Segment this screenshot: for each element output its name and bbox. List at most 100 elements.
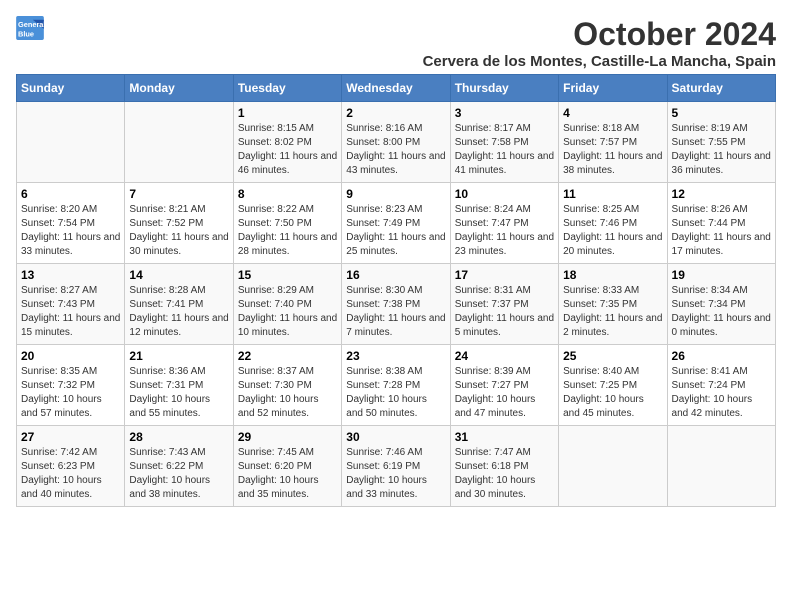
day-info: Sunrise: 8:29 AMSunset: 7:40 PMDaylight:…	[238, 284, 337, 340]
calendar-cell: 30 Sunrise: 7:46 AMSunset: 6:19 PMDayligh…	[342, 426, 450, 507]
calendar-cell: 27 Sunrise: 7:42 AMSunset: 6:23 PMDayligh…	[17, 426, 125, 507]
day-info: Sunrise: 8:23 AMSunset: 7:49 PMDaylight:…	[346, 203, 445, 259]
day-info: Sunrise: 8:34 AMSunset: 7:34 PMDaylight:…	[672, 284, 771, 340]
calendar-cell: 19 Sunrise: 8:34 AMSunset: 7:34 PMDayligh…	[667, 264, 775, 345]
weekday-header-thursday: Thursday	[450, 75, 558, 102]
calendar-week-5: 27 Sunrise: 7:42 AMSunset: 6:23 PMDayligh…	[17, 426, 776, 507]
calendar-cell	[17, 102, 125, 183]
day-info: Sunrise: 8:21 AMSunset: 7:52 PMDaylight:…	[129, 203, 228, 259]
calendar-body: 1Sunrise: 8:15 AMSunset: 8:02 PMDaylight…	[17, 102, 776, 507]
calendar-cell: 24 Sunrise: 8:39 AMSunset: 7:27 PMDayligh…	[450, 345, 558, 426]
day-number: 18	[563, 268, 662, 282]
calendar-cell: 9 Sunrise: 8:23 AMSunset: 7:49 PMDaylight…	[342, 183, 450, 264]
day-info: Sunrise: 8:41 AMSunset: 7:24 PMDaylight:…	[672, 365, 771, 421]
day-info: Sunrise: 8:27 AMSunset: 7:43 PMDaylight:…	[21, 284, 120, 340]
day-info: Sunrise: 8:28 AMSunset: 7:41 PMDaylight:…	[129, 284, 228, 340]
header: General Blue October 2024 Cervera de los…	[16, 16, 776, 70]
day-number: 10	[455, 187, 554, 201]
calendar-cell: 7 Sunrise: 8:21 AMSunset: 7:52 PMDaylight…	[125, 183, 233, 264]
calendar-cell: 8Sunrise: 8:22 AMSunset: 7:50 PMDaylight…	[233, 183, 341, 264]
day-number: 25	[563, 349, 662, 363]
calendar-cell: 26 Sunrise: 8:41 AMSunset: 7:24 PMDayligh…	[667, 345, 775, 426]
weekday-header-tuesday: Tuesday	[233, 75, 341, 102]
calendar-cell: 5Sunrise: 8:19 AMSunset: 7:55 PMDaylight…	[667, 102, 775, 183]
day-info: Sunrise: 7:45 AMSunset: 6:20 PMDaylight:…	[238, 446, 337, 502]
day-number: 12	[672, 187, 771, 201]
logo-icon: General Blue	[16, 16, 44, 40]
weekday-header-row: SundayMondayTuesdayWednesdayThursdayFrid…	[17, 75, 776, 102]
calendar-cell: 3Sunrise: 8:17 AMSunset: 7:58 PMDaylight…	[450, 102, 558, 183]
calendar-cell: 14Sunrise: 8:28 AMSunset: 7:41 PMDayligh…	[125, 264, 233, 345]
location-title: Cervera de los Montes, Castille-La Manch…	[423, 53, 776, 70]
day-info: Sunrise: 8:30 AMSunset: 7:38 PMDaylight:…	[346, 284, 445, 340]
day-info: Sunrise: 8:33 AMSunset: 7:35 PMDaylight:…	[563, 284, 662, 340]
day-number: 8	[238, 187, 337, 201]
calendar-cell: 13Sunrise: 8:27 AMSunset: 7:43 PMDayligh…	[17, 264, 125, 345]
day-info: Sunrise: 8:26 AMSunset: 7:44 PMDaylight:…	[672, 203, 771, 259]
day-number: 28	[129, 430, 228, 444]
calendar-cell	[559, 426, 667, 507]
day-info: Sunrise: 8:35 AMSunset: 7:32 PMDaylight:…	[21, 365, 120, 421]
calendar-cell: 2Sunrise: 8:16 AMSunset: 8:00 PMDaylight…	[342, 102, 450, 183]
calendar-cell: 12 Sunrise: 8:26 AMSunset: 7:44 PMDayligh…	[667, 183, 775, 264]
day-number: 9	[346, 187, 445, 201]
logo: General Blue	[16, 16, 44, 40]
day-info: Sunrise: 8:18 AMSunset: 7:57 PMDaylight:…	[563, 122, 662, 178]
weekday-header-wednesday: Wednesday	[342, 75, 450, 102]
day-info: Sunrise: 8:37 AMSunset: 7:30 PMDaylight:…	[238, 365, 337, 421]
day-info: Sunrise: 8:15 AMSunset: 8:02 PMDaylight:…	[238, 122, 337, 178]
day-number: 22	[238, 349, 337, 363]
day-number: 23	[346, 349, 445, 363]
calendar-cell: 18 Sunrise: 8:33 AMSunset: 7:35 PMDayligh…	[559, 264, 667, 345]
calendar-cell: 31 Sunrise: 7:47 AMSunset: 6:18 PMDayligh…	[450, 426, 558, 507]
calendar-cell	[125, 102, 233, 183]
calendar-cell: 6Sunrise: 8:20 AMSunset: 7:54 PMDaylight…	[17, 183, 125, 264]
day-info: Sunrise: 7:42 AMSunset: 6:23 PMDaylight:…	[21, 446, 120, 502]
day-info: Sunrise: 7:46 AMSunset: 6:19 PMDaylight:…	[346, 446, 445, 502]
day-info: Sunrise: 8:19 AMSunset: 7:55 PMDaylight:…	[672, 122, 771, 178]
day-number: 4	[563, 106, 662, 120]
day-info: Sunrise: 7:47 AMSunset: 6:18 PMDaylight:…	[455, 446, 554, 502]
calendar-cell: 20Sunrise: 8:35 AMSunset: 7:32 PMDayligh…	[17, 345, 125, 426]
day-number: 31	[455, 430, 554, 444]
weekday-header-saturday: Saturday	[667, 75, 775, 102]
calendar-cell: 21Sunrise: 8:36 AMSunset: 7:31 PMDayligh…	[125, 345, 233, 426]
calendar-cell: 23 Sunrise: 8:38 AMSunset: 7:28 PMDayligh…	[342, 345, 450, 426]
calendar-cell: 22 Sunrise: 8:37 AMSunset: 7:30 PMDayligh…	[233, 345, 341, 426]
calendar-cell: 16Sunrise: 8:30 AMSunset: 7:38 PMDayligh…	[342, 264, 450, 345]
day-number: 26	[672, 349, 771, 363]
weekday-header-friday: Friday	[559, 75, 667, 102]
day-number: 3	[455, 106, 554, 120]
calendar-cell: 28Sunrise: 7:43 AMSunset: 6:22 PMDayligh…	[125, 426, 233, 507]
weekday-header-sunday: Sunday	[17, 75, 125, 102]
calendar-cell: 10 Sunrise: 8:24 AMSunset: 7:47 PMDayligh…	[450, 183, 558, 264]
day-info: Sunrise: 8:24 AMSunset: 7:47 PMDaylight:…	[455, 203, 554, 259]
day-number: 15	[238, 268, 337, 282]
svg-text:General: General	[18, 20, 44, 29]
day-number: 17	[455, 268, 554, 282]
day-number: 2	[346, 106, 445, 120]
svg-text:Blue: Blue	[18, 29, 34, 38]
day-info: Sunrise: 8:38 AMSunset: 7:28 PMDaylight:…	[346, 365, 445, 421]
day-info: Sunrise: 8:36 AMSunset: 7:31 PMDaylight:…	[129, 365, 228, 421]
calendar-cell: 25 Sunrise: 8:40 AMSunset: 7:25 PMDayligh…	[559, 345, 667, 426]
day-number: 19	[672, 268, 771, 282]
day-info: Sunrise: 8:31 AMSunset: 7:37 PMDaylight:…	[455, 284, 554, 340]
calendar-cell: 15 Sunrise: 8:29 AMSunset: 7:40 PMDayligh…	[233, 264, 341, 345]
calendar-cell: 11Sunrise: 8:25 AMSunset: 7:46 PMDayligh…	[559, 183, 667, 264]
day-info: Sunrise: 8:25 AMSunset: 7:46 PMDaylight:…	[563, 203, 662, 259]
title-area: October 2024 Cervera de los Montes, Cast…	[423, 16, 776, 70]
calendar-week-3: 13Sunrise: 8:27 AMSunset: 7:43 PMDayligh…	[17, 264, 776, 345]
calendar-cell	[667, 426, 775, 507]
calendar-week-4: 20Sunrise: 8:35 AMSunset: 7:32 PMDayligh…	[17, 345, 776, 426]
day-info: Sunrise: 8:40 AMSunset: 7:25 PMDaylight:…	[563, 365, 662, 421]
calendar-cell: 17 Sunrise: 8:31 AMSunset: 7:37 PMDayligh…	[450, 264, 558, 345]
calendar-week-1: 1Sunrise: 8:15 AMSunset: 8:02 PMDaylight…	[17, 102, 776, 183]
day-number: 24	[455, 349, 554, 363]
day-number: 30	[346, 430, 445, 444]
day-info: Sunrise: 8:39 AMSunset: 7:27 PMDaylight:…	[455, 365, 554, 421]
day-number: 7	[129, 187, 228, 201]
calendar-week-2: 6Sunrise: 8:20 AMSunset: 7:54 PMDaylight…	[17, 183, 776, 264]
calendar-cell: 1Sunrise: 8:15 AMSunset: 8:02 PMDaylight…	[233, 102, 341, 183]
day-number: 27	[21, 430, 120, 444]
